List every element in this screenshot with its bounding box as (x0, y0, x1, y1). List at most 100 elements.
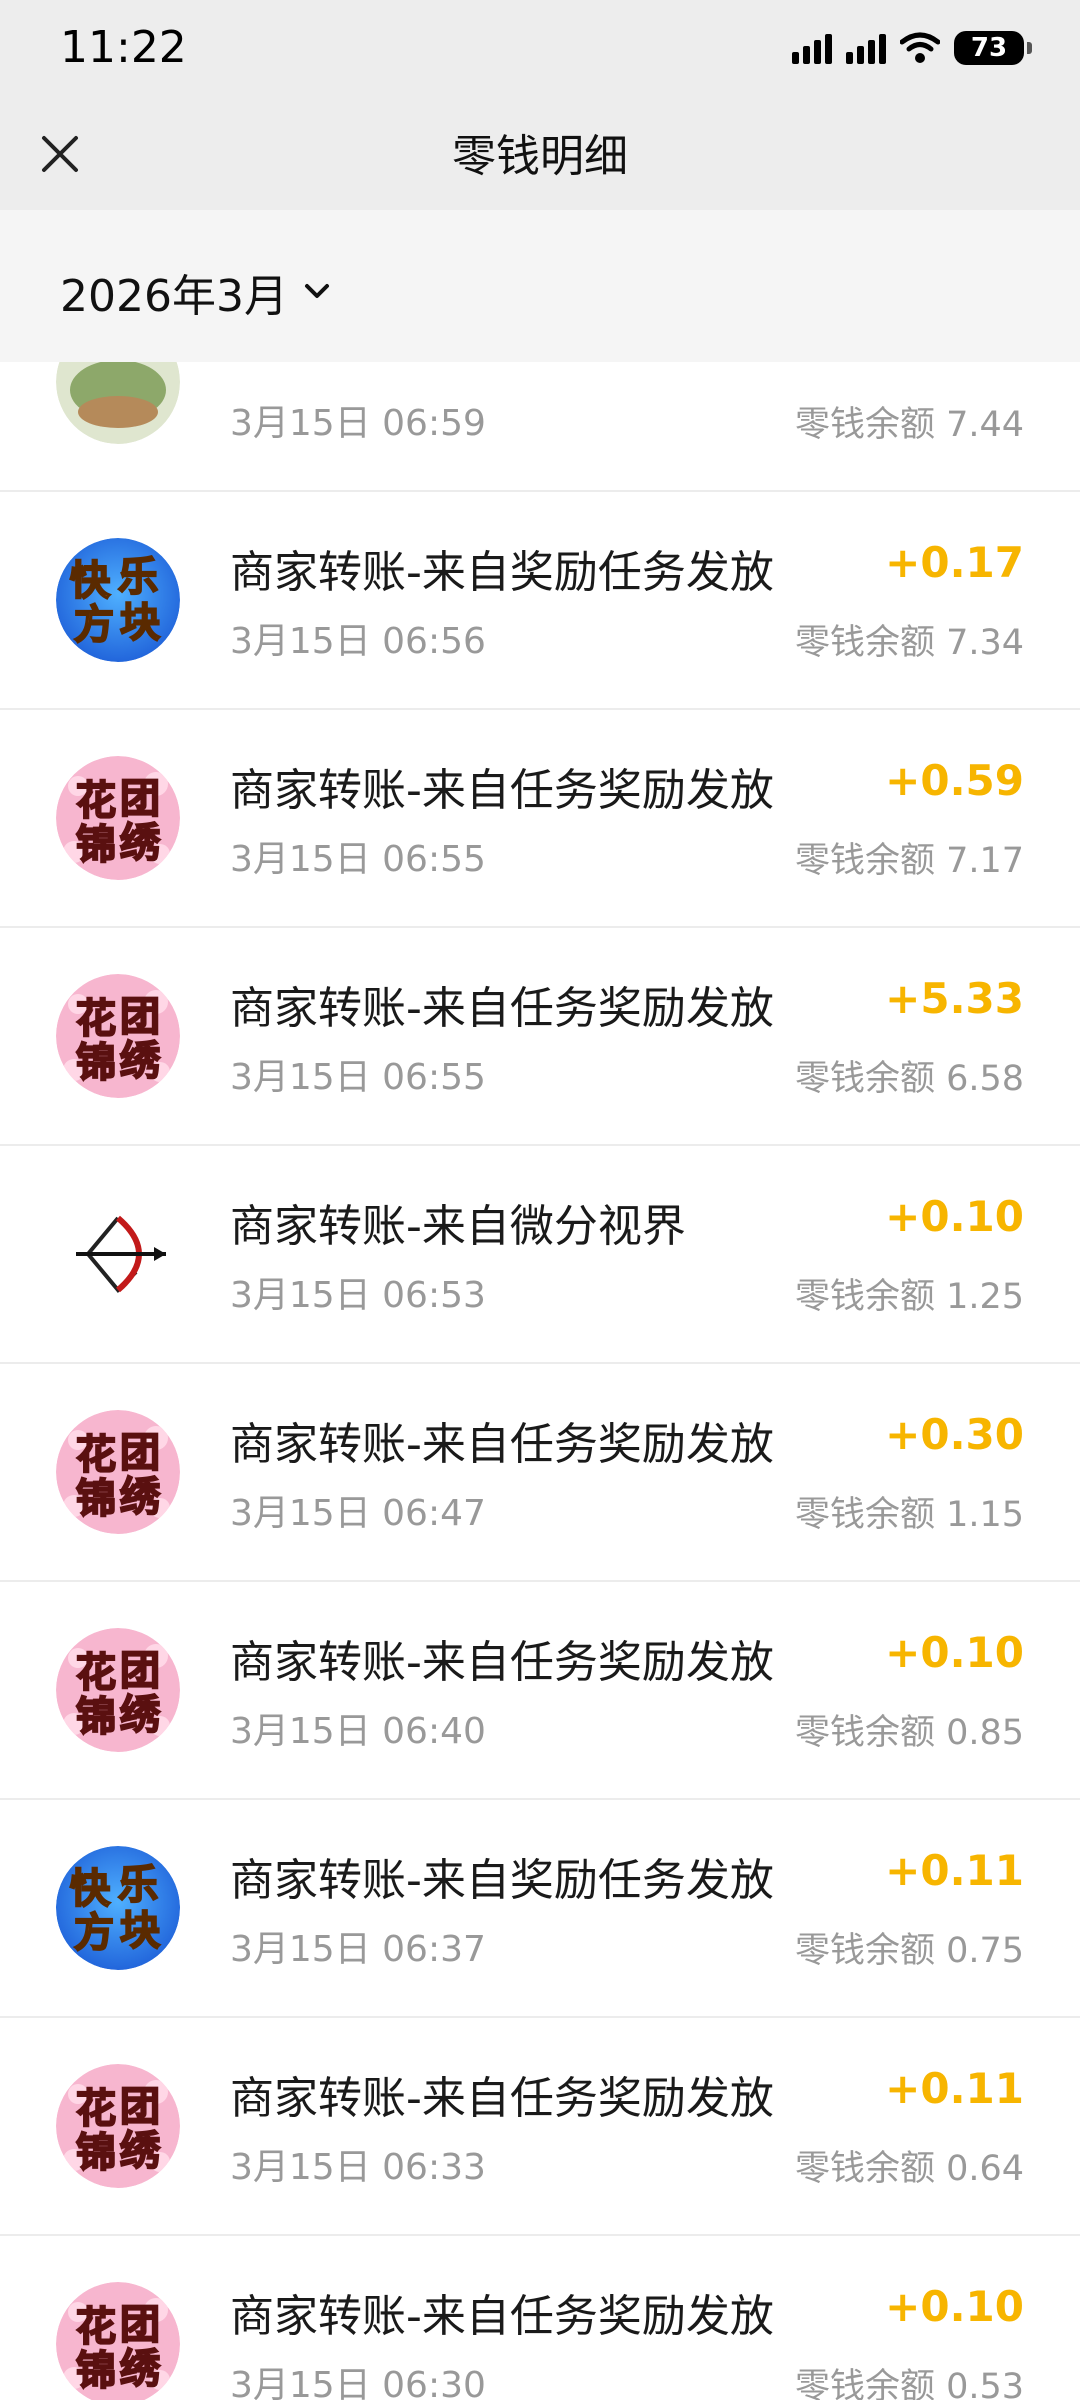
logo-character: 团 (120, 2084, 160, 2130)
battery-level: 73 (970, 33, 1008, 63)
status-bar: 11:22 73 (0, 0, 1080, 100)
status-icons: 73 (792, 28, 1032, 68)
balance-after: 零钱余额 0.64 (794, 2149, 1024, 2189)
logo-character: 花 (76, 778, 116, 824)
transaction-time: 3月15日 06:56 (230, 621, 486, 662)
transaction-time: 3月15日 06:47 (230, 1493, 486, 1534)
transaction-row[interactable]: 快乐方块 商家转账-来自奖励任务发放 3月15日 06:37 +0.11 零钱余… (0, 1800, 1080, 2018)
transaction-amount: +0.17 (885, 538, 1024, 587)
transaction-amount: +0.30 (885, 1410, 1024, 1459)
top-bar: 零钱明细 (0, 100, 1080, 210)
transaction-row[interactable]: 3月15日 06:59 零钱余额 7.44 (0, 362, 1080, 492)
transaction-time: 3月15日 06:30 (230, 2365, 486, 2400)
transaction-time: 3月15日 06:59 (230, 403, 486, 444)
balance-after: 零钱余额 7.44 (794, 405, 1024, 445)
huatuan-jinxiu-logo: 花团锦绣 (56, 974, 180, 1098)
huatuan-jinxiu-logo: 花团锦绣 (56, 1410, 180, 1534)
huatuan-jinxiu-logo: 花团锦绣 (56, 756, 180, 880)
logo-character: 快 (70, 1866, 111, 1912)
chevron-down-icon (304, 284, 329, 298)
transaction-amount: +5.33 (885, 974, 1024, 1023)
logo-character: 绣 (120, 1038, 160, 1084)
logo-character: 锦 (76, 2348, 116, 2394)
transaction-title: 商家转账-来自任务奖励发放 (230, 983, 774, 1034)
balance-after: 零钱余额 0.53 (794, 2367, 1024, 2400)
month-picker[interactable]: 2026年3月 (60, 260, 332, 324)
logo-character: 绣 (120, 1474, 160, 1520)
balance-after: 零钱余额 6.58 (794, 1059, 1024, 1099)
transaction-amount: +0.11 (885, 2064, 1024, 2113)
logo-character: 团 (120, 1430, 160, 1476)
balance-after: 零钱余额 1.15 (794, 1495, 1024, 1535)
logo-character: 锦 (76, 1476, 116, 1522)
transaction-time: 3月15日 06:53 (230, 1275, 486, 1316)
filter-bar: 2026年3月 (0, 210, 1080, 362)
transaction-title: 商家转账-来自任务奖励发放 (230, 1419, 774, 1470)
month-label: 2026年3月 (60, 271, 288, 322)
transaction-title: 商家转账-来自任务奖励发放 (230, 765, 774, 816)
logo-character: 方 (74, 602, 114, 648)
logo-character: 绣 (120, 820, 160, 866)
logo-character: 方 (74, 1910, 114, 1956)
logo-character: 块 (120, 1908, 160, 1954)
logo-character: 花 (76, 996, 116, 1042)
logo-character: 团 (120, 776, 160, 822)
transaction-list-content: 3月15日 06:59 零钱余额 7.44 快乐方块 商家转账-来自奖励任务发放… (0, 362, 1080, 2400)
balance-after: 零钱余额 0.75 (794, 1931, 1024, 1971)
huatuan-jinxiu-logo: 花团锦绣 (56, 2282, 180, 2400)
logo-character: 块 (120, 600, 160, 646)
logo-character: 锦 (76, 2130, 116, 2176)
status-time: 11:22 (60, 22, 187, 73)
transaction-row[interactable]: 花团锦绣 商家转账-来自任务奖励发放 3月15日 06:47 +0.30 零钱余… (0, 1364, 1080, 1582)
logo-character: 团 (120, 2302, 160, 2348)
transaction-row[interactable]: 花团锦绣 商家转账-来自任务奖励发放 3月15日 06:55 +5.33 零钱余… (0, 928, 1080, 1146)
transaction-title: 商家转账-来自奖励任务发放 (230, 547, 774, 598)
logo-character: 锦 (76, 1694, 116, 1740)
transaction-title: 商家转账-来自奖励任务发放 (230, 1855, 774, 1906)
logo-character: 绣 (120, 2346, 160, 2392)
transaction-row[interactable]: 花团锦绣 商家转账-来自任务奖励发放 3月15日 06:30 +0.10 零钱余… (0, 2236, 1080, 2400)
logo-character: 花 (76, 2086, 116, 2132)
transaction-row[interactable]: 花团锦绣 商家转账-来自任务奖励发放 3月15日 06:40 +0.10 零钱余… (0, 1582, 1080, 1800)
kuaile-fangkuai-logo: 快乐方块 (56, 538, 180, 662)
logo-character: 花 (76, 1650, 116, 1696)
transaction-row[interactable]: 花团锦绣 商家转账-来自任务奖励发放 3月15日 06:33 +0.11 零钱余… (0, 2018, 1080, 2236)
logo-character: 团 (120, 1648, 160, 1694)
huatuan-jinxiu-logo: 花团锦绣 (56, 1628, 180, 1752)
transaction-list[interactable]: 3月15日 06:59 零钱余额 7.44 快乐方块 商家转账-来自奖励任务发放… (0, 362, 1080, 2400)
signal-1-icon (792, 32, 832, 64)
transaction-row[interactable]: 商家转账-来自微分视界 3月15日 06:53 +0.10 零钱余额 1.25 (0, 1146, 1080, 1364)
transaction-title: 商家转账-来自任务奖励发放 (230, 2073, 774, 2124)
logo-character: 花 (76, 2304, 116, 2350)
transaction-time: 3月15日 06:55 (230, 839, 486, 880)
transaction-amount: +0.10 (885, 2282, 1024, 2331)
transaction-time: 3月15日 06:33 (230, 2147, 486, 2188)
logo-character: 乐 (118, 1862, 158, 1908)
kuaile-fangkuai-logo: 快乐方块 (56, 1846, 180, 1970)
logo-character: 花 (76, 1432, 116, 1478)
transaction-amount: +0.10 (885, 1628, 1024, 1677)
balance-after: 零钱余额 1.25 (794, 1277, 1024, 1317)
transaction-title: 商家转账-来自任务奖励发放 (230, 2291, 774, 2342)
transaction-time: 3月15日 06:37 (230, 1929, 486, 1970)
transaction-time: 3月15日 06:40 (230, 1711, 486, 1752)
transaction-title: 商家转账-来自任务奖励发放 (230, 1637, 774, 1688)
transaction-amount: +0.11 (885, 1846, 1024, 1895)
balance-after: 零钱余额 7.17 (794, 841, 1024, 881)
logo-character: 绣 (120, 1692, 160, 1738)
logo-character: 锦 (76, 1040, 116, 1086)
logo-character: 快 (70, 558, 111, 604)
transaction-title: 商家转账-来自微分视界 (230, 1201, 686, 1252)
wifi-icon (900, 32, 940, 63)
logo-character: 绣 (120, 2128, 160, 2174)
balance-after: 零钱余额 0.85 (794, 1713, 1024, 1753)
logo-character: 乐 (118, 554, 158, 600)
huatuan-jinxiu-logo: 花团锦绣 (56, 2064, 180, 2188)
bush-avatar (56, 362, 180, 444)
transaction-row[interactable]: 花团锦绣 商家转账-来自任务奖励发放 3月15日 06:55 +0.59 零钱余… (0, 710, 1080, 928)
logo-character: 团 (120, 994, 160, 1040)
transaction-time: 3月15日 06:55 (230, 1057, 486, 1098)
signal-2-icon (846, 32, 886, 64)
balance-after: 零钱余额 7.34 (794, 623, 1024, 663)
transaction-row[interactable]: 快乐方块 商家转账-来自奖励任务发放 3月15日 06:56 +0.17 零钱余… (0, 492, 1080, 710)
